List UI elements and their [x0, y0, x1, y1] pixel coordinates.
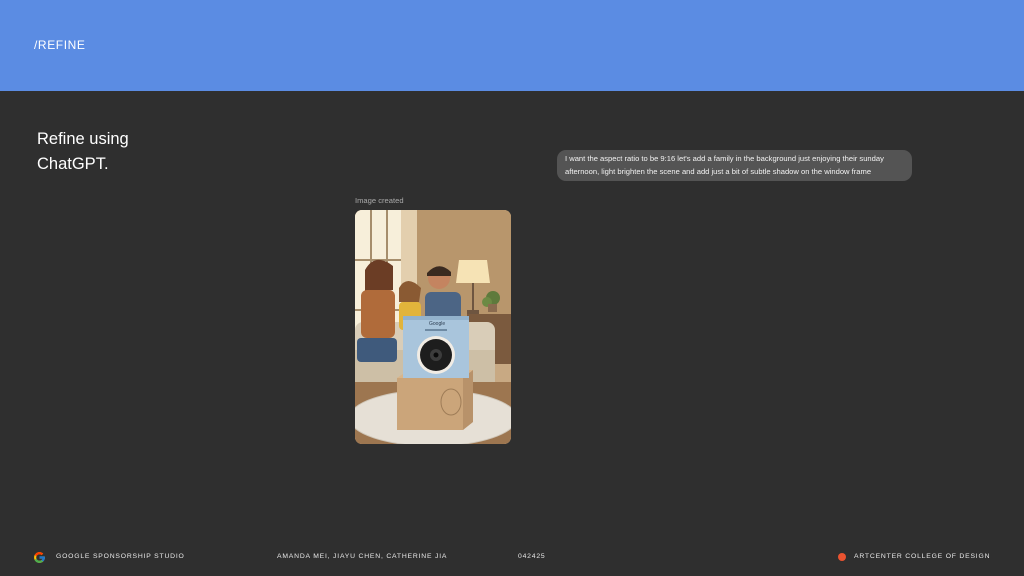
- heading-line-1: Refine using: [37, 130, 129, 148]
- prompt-line-2: afternoon, light brighten the scene and …: [565, 166, 872, 176]
- section-label: /REFINE: [34, 38, 86, 52]
- school-dot-icon: [838, 553, 846, 561]
- footer-school: ARTCENTER COLLEGE OF DESIGN: [854, 553, 991, 560]
- header-bar: /REFINE: [0, 0, 1024, 91]
- product-brand-text: Google: [429, 321, 445, 327]
- google-g-icon: [34, 552, 45, 563]
- footer-authors: AMANDA MEI, JIAYU CHEN, CATHERINE JIA: [277, 553, 448, 560]
- footer-date: 042425: [518, 553, 546, 560]
- prompt-line-1: I want the aspect ratio to be 9:16 let's…: [565, 154, 884, 163]
- heading-line-2: ChatGPT.: [37, 155, 109, 173]
- page-heading: Refine using ChatGPT.: [37, 127, 129, 177]
- footer-studio: GOOGLE SPONSORSHIP STUDIO: [56, 553, 185, 560]
- generated-image[interactable]: Google: [355, 210, 511, 444]
- image-caption: Image created: [355, 196, 404, 205]
- family-living-room-illustration: Google: [355, 210, 511, 444]
- user-prompt-bubble: I want the aspect ratio to be 9:16 let's…: [557, 150, 912, 181]
